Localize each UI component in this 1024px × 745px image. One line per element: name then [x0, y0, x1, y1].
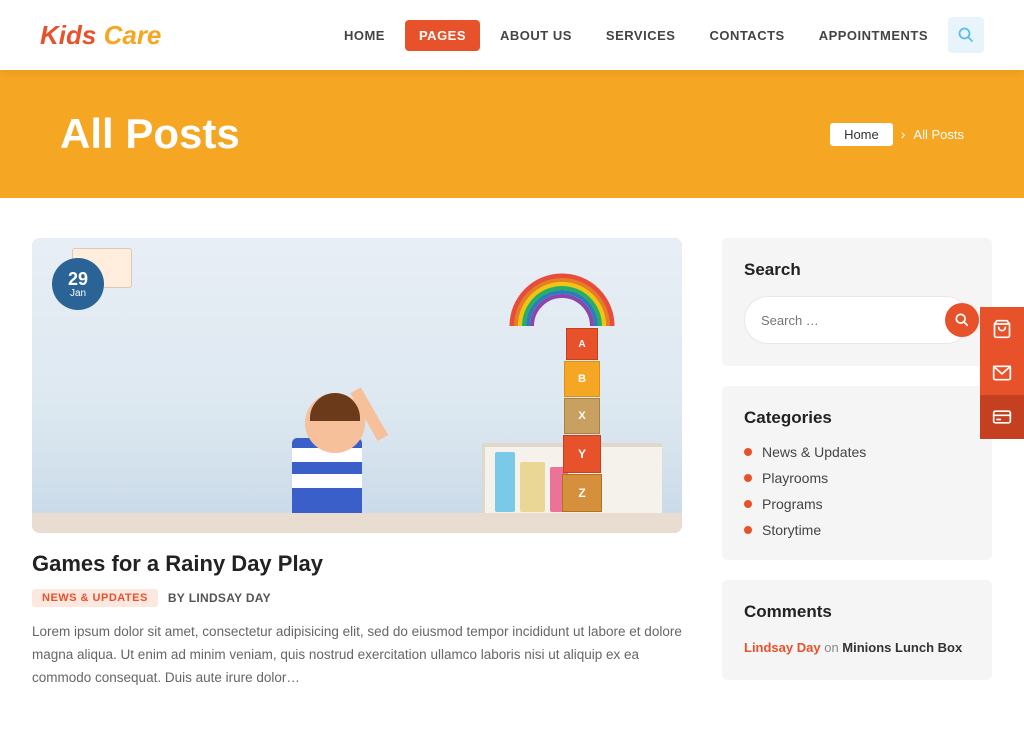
shelf-item-1 — [495, 452, 515, 512]
categories-widget-title: Categories — [744, 408, 970, 428]
shirt-stripe-2 — [292, 474, 362, 488]
header: Kids Care HOME PAGES ABOUT US SERVICES C… — [0, 0, 1024, 70]
nav-home[interactable]: HOME — [330, 20, 399, 51]
post-image-wrap: A B X Y Z — [32, 238, 682, 533]
post-excerpt: Lorem ipsum dolor sit amet, consectetur … — [32, 621, 682, 690]
block-3: X — [564, 398, 600, 434]
breadcrumb-separator: › — [901, 126, 906, 142]
nav-about[interactable]: ABOUT US — [486, 20, 586, 51]
search-widget-title: Search — [744, 260, 970, 280]
shelf-item-2 — [520, 462, 545, 512]
post-image: A B X Y Z — [32, 238, 682, 533]
search-submit-icon — [955, 313, 969, 327]
post-author: BY LINDSAY DAY — [168, 591, 271, 605]
floor — [32, 513, 682, 533]
post-title[interactable]: Games for a Rainy Day Play — [32, 551, 682, 577]
main-nav: HOME PAGES ABOUT US SERVICES CONTACTS AP… — [330, 17, 984, 53]
comments-widget: Comments Lindsay Day on Minions Lunch Bo… — [722, 580, 992, 680]
author-name[interactable]: LINDSAY DAY — [189, 591, 271, 605]
logo-text: Kids — [40, 20, 104, 50]
category-dot-0 — [744, 448, 752, 456]
main-container: A B X Y Z — [12, 198, 1012, 730]
search-widget: Search — [722, 238, 992, 366]
side-card-button[interactable] — [980, 395, 1024, 439]
comment-entry: Lindsay Day on Minions Lunch Box — [744, 638, 970, 658]
block-4: B — [564, 361, 600, 397]
nav-pages[interactable]: PAGES — [405, 20, 480, 51]
categories-widget: Categories News & Updates Playrooms Prog… — [722, 386, 992, 560]
category-list: News & Updates Playrooms Programs Storyt… — [744, 444, 970, 538]
date-month: Jan — [70, 288, 86, 299]
category-item-0[interactable]: News & Updates — [744, 444, 970, 460]
card-icon — [992, 407, 1012, 427]
rainbow-decoration — [502, 268, 622, 328]
cart-icon — [992, 319, 1012, 339]
breadcrumb: Home › All Posts — [830, 123, 964, 146]
category-label-0: News & Updates — [762, 444, 866, 460]
logo-text-2: Care — [104, 20, 162, 50]
nav-appointments[interactable]: APPOINTMENTS — [805, 20, 942, 51]
category-label-2: Programs — [762, 496, 823, 512]
post-meta: NEWS & UPDATES BY LINDSAY DAY — [32, 589, 682, 607]
breadcrumb-current: All Posts — [913, 127, 964, 142]
category-item-2[interactable]: Programs — [744, 496, 970, 512]
post-tag[interactable]: NEWS & UPDATES — [32, 589, 158, 607]
email-icon — [992, 363, 1012, 383]
side-email-button[interactable] — [980, 351, 1024, 395]
category-label-1: Playrooms — [762, 470, 828, 486]
category-dot-2 — [744, 500, 752, 508]
blocks-tower: A B X Y Z — [562, 327, 602, 513]
side-cart-button[interactable] — [980, 307, 1024, 351]
search-submit-button[interactable] — [945, 303, 979, 337]
category-item-3[interactable]: Storytime — [744, 522, 970, 538]
category-dot-3 — [744, 526, 752, 534]
sidebar: Search Categories News & Updates — [722, 238, 992, 680]
header-search-button[interactable] — [948, 17, 984, 53]
search-row — [744, 296, 970, 344]
breadcrumb-home[interactable]: Home — [830, 123, 893, 146]
comments-widget-title: Comments — [744, 602, 970, 622]
nav-contacts[interactable]: CONTACTS — [695, 20, 798, 51]
category-dot-1 — [744, 474, 752, 482]
author-prefix: BY — [168, 591, 185, 605]
search-icon — [958, 27, 974, 43]
search-input[interactable] — [761, 313, 937, 328]
side-buttons — [980, 307, 1024, 439]
post-date-badge: 29 Jan — [52, 258, 104, 310]
post-card: A B X Y Z — [32, 238, 682, 690]
nav-services[interactable]: SERVICES — [592, 20, 690, 51]
site-logo[interactable]: Kids Care — [40, 20, 161, 51]
comment-post-title[interactable]: Minions Lunch Box — [842, 640, 962, 655]
block-1: Z — [562, 474, 602, 512]
block-top: A — [566, 328, 598, 360]
post-image-scene: A B X Y Z — [32, 238, 682, 533]
category-item-1[interactable]: Playrooms — [744, 470, 970, 486]
category-label-3: Storytime — [762, 522, 821, 538]
posts-column: A B X Y Z — [32, 238, 682, 690]
page-title: All Posts — [60, 110, 240, 158]
comment-on-text: on — [824, 640, 842, 655]
hero-banner: All Posts Home › All Posts — [0, 70, 1024, 198]
date-day: 29 — [68, 270, 88, 288]
comment-author[interactable]: Lindsay Day — [744, 640, 821, 655]
block-2: Y — [563, 435, 601, 473]
